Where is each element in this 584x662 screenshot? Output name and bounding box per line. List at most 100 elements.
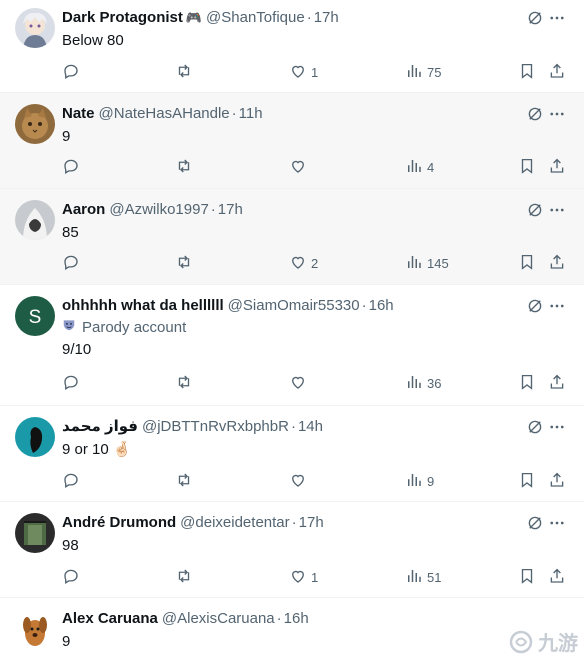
handle[interactable]: @deixeidetentar: [180, 514, 289, 531]
bookmark-button[interactable]: [518, 62, 536, 82]
tweet[interactable]: Nate @NateHasAHandle · 11h 9 4: [0, 93, 584, 189]
share-button[interactable]: [548, 567, 566, 587]
share-icon: [548, 157, 566, 178]
share-button[interactable]: [548, 253, 566, 273]
grok-icon[interactable]: [526, 418, 544, 436]
like-button[interactable]: 2: [289, 253, 318, 273]
views-icon: [405, 567, 423, 588]
display-name[interactable]: Aaron: [62, 201, 105, 218]
share-button[interactable]: [548, 62, 566, 82]
action-bar: 1 75: [62, 62, 570, 82]
repost-button[interactable]: [175, 62, 197, 82]
like-button[interactable]: 1: [289, 567, 318, 587]
heart-icon: [289, 253, 307, 274]
display-name[interactable]: Dark Protagonist: [62, 9, 183, 26]
grok-icon[interactable]: [526, 297, 544, 315]
like-button[interactable]: [289, 157, 311, 177]
like-button[interactable]: [289, 373, 311, 393]
display-name[interactable]: André Drumond: [62, 514, 176, 531]
repost-button[interactable]: [175, 157, 197, 177]
heart-icon: [289, 62, 307, 83]
timestamp[interactable]: 11h: [239, 105, 263, 122]
repost-button[interactable]: [175, 567, 197, 587]
more-icon[interactable]: [548, 9, 566, 27]
avatar[interactable]: [15, 8, 55, 48]
tweet[interactable]: Alex Caruana @AlexisCaruana · 16h 9: [0, 598, 584, 662]
avatar[interactable]: [15, 513, 55, 553]
more-icon[interactable]: [548, 418, 566, 436]
grok-icon[interactable]: [526, 514, 544, 532]
tweet[interactable]: Aaron @Azwilko1997 · 17h 85 2 145: [0, 189, 584, 285]
views-button[interactable]: 75: [405, 62, 441, 82]
watermark-text: 九游: [538, 631, 578, 655]
view-count: 36: [427, 375, 442, 391]
share-button[interactable]: [548, 157, 566, 177]
bookmark-button[interactable]: [518, 253, 536, 273]
timestamp[interactable]: 17h: [314, 9, 339, 26]
timestamp[interactable]: 17h: [218, 201, 243, 218]
like-button[interactable]: [289, 471, 311, 491]
mask-icon: [62, 318, 76, 335]
handle[interactable]: @Azwilko1997: [109, 201, 208, 218]
tweet-header: Aaron @Azwilko1997 · 17h: [62, 201, 514, 219]
bookmark-button[interactable]: [518, 157, 536, 177]
avatar[interactable]: [15, 609, 55, 649]
timestamp[interactable]: 16h: [369, 297, 394, 314]
reply-button[interactable]: [62, 62, 84, 82]
views-button[interactable]: 36: [405, 373, 441, 393]
avatar[interactable]: S: [15, 296, 55, 336]
more-icon[interactable]: [548, 297, 566, 315]
share-button[interactable]: [548, 471, 566, 491]
tweet[interactable]: فواز محمد @jDBTTnRvRxbphbR · 14h 9 or 10 🤞🏻…: [0, 406, 584, 502]
avatar[interactable]: [15, 417, 55, 457]
views-button[interactable]: 9: [405, 471, 434, 491]
views-button[interactable]: 145: [405, 253, 449, 273]
grok-icon[interactable]: [526, 201, 544, 219]
share-button[interactable]: [548, 373, 566, 393]
action-bar: 2 145: [62, 253, 570, 273]
action-bar: 36: [62, 373, 570, 393]
display-name[interactable]: Nate: [62, 105, 95, 122]
grok-icon[interactable]: [526, 105, 544, 123]
handle[interactable]: @SiamOmair55330: [228, 297, 360, 314]
watermark-icon: [509, 630, 533, 653]
more-icon[interactable]: [548, 105, 566, 123]
repost-button[interactable]: [175, 471, 197, 491]
timestamp[interactable]: 17h: [299, 514, 324, 531]
avatar-letter: S: [29, 307, 42, 328]
reply-button[interactable]: [62, 373, 84, 393]
handle[interactable]: @NateHasAHandle: [99, 105, 230, 122]
handle[interactable]: @ShanTofique: [206, 9, 305, 26]
bookmark-button[interactable]: [518, 373, 536, 393]
tweet[interactable]: Dark Protagonist 🎮 @ShanTofique · 17h Below …: [0, 0, 584, 93]
views-button[interactable]: 4: [405, 157, 434, 177]
tweet[interactable]: S ohhhhh what da hellllll @SiamOmair55330…: [0, 285, 584, 406]
tweet[interactable]: André Drumond @deixeidetentar · 17h 98 1 51: [0, 502, 584, 598]
reply-button[interactable]: [62, 471, 84, 491]
handle[interactable]: @AlexisCaruana: [162, 610, 275, 627]
avatar[interactable]: [15, 104, 55, 144]
avatar[interactable]: [15, 200, 55, 240]
more-icon[interactable]: [548, 201, 566, 219]
bookmark-button[interactable]: [518, 471, 536, 491]
bookmark-button[interactable]: [518, 567, 536, 587]
timestamp[interactable]: 16h: [284, 610, 309, 627]
repost-button[interactable]: [175, 253, 197, 273]
display-name[interactable]: ohhhhh what da hellllll: [62, 297, 224, 314]
share-icon: [548, 253, 566, 274]
grok-icon[interactable]: [526, 9, 544, 27]
reply-button[interactable]: [62, 567, 84, 587]
display-name[interactable]: فواز محمد: [62, 418, 138, 435]
more-icon[interactable]: [548, 514, 566, 532]
repost-button[interactable]: [175, 373, 197, 393]
tweet-text: 9: [62, 633, 71, 650]
display-name[interactable]: Alex Caruana: [62, 610, 158, 627]
reply-button[interactable]: [62, 157, 84, 177]
bookmark-icon: [518, 373, 536, 394]
timestamp[interactable]: 14h: [298, 418, 323, 435]
reply-button[interactable]: [62, 253, 84, 273]
views-button[interactable]: 51: [405, 567, 441, 587]
handle[interactable]: @jDBTTnRvRxbphbR: [142, 418, 289, 435]
like-button[interactable]: 1: [289, 62, 318, 82]
separator-dot: ·: [306, 9, 312, 26]
